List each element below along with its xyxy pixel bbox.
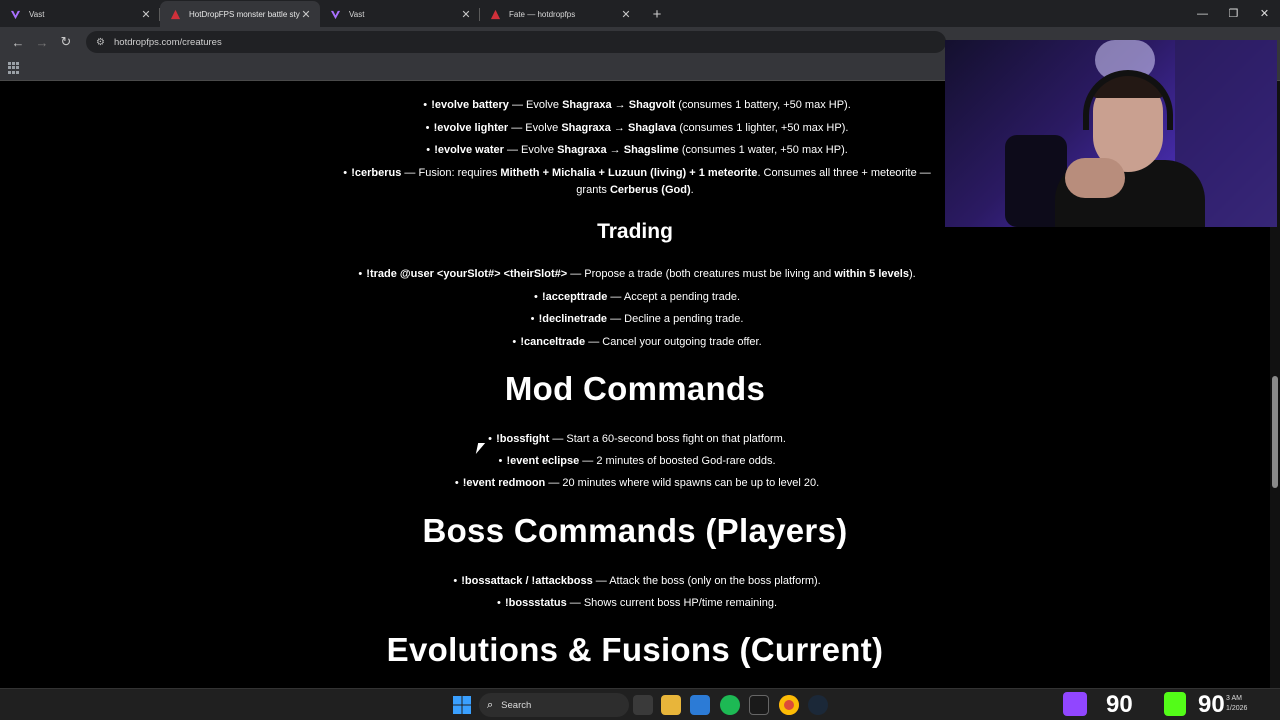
back-button[interactable]: ← (6, 30, 30, 54)
section-heading-mod-commands: Mod Commands (504, 370, 766, 407)
tab-title: Vast (29, 9, 45, 19)
tab-title: Vast (349, 9, 365, 19)
arrow-right-icon: → (35, 34, 49, 50)
command-text: !bossstatus (504, 597, 567, 609)
command-text: !event redmoon (462, 477, 546, 489)
spotify-icon[interactable] (720, 695, 740, 715)
command-text: !evolve battery (431, 99, 509, 111)
command-text: !bossfight (496, 433, 550, 445)
twitch-viewer-count: 90 (1106, 691, 1133, 718)
vast-icon (10, 9, 21, 20)
tab-title: HotDropFPS monster battle style (189, 9, 300, 19)
site-info-icon[interactable]: ⚙ (96, 37, 108, 48)
file-explorer-icon[interactable] (661, 695, 681, 715)
list-item: • !bossfight — Start a 60-second boss fig… (488, 433, 786, 445)
kick-viewer-count: 90 (1198, 691, 1225, 718)
scrollbar-thumb[interactable] (1272, 376, 1278, 488)
task-view-icon[interactable] (633, 695, 653, 715)
chrome-icon[interactable] (779, 695, 799, 715)
command-text: !event eclipse (506, 455, 580, 467)
clock-date: 1/2026 (1226, 705, 1248, 712)
steam-icon[interactable] (808, 695, 828, 715)
clock-time: 3 AM (1226, 695, 1242, 702)
list-item: • !event eclipse — 2 minutes of boosted G… (498, 455, 776, 467)
close-icon[interactable]: ✕ (460, 8, 472, 21)
close-icon[interactable]: ✕ (300, 8, 312, 21)
tab-fate[interactable]: Fate — hotdropfps ✕ (480, 1, 640, 27)
command-text: !canceltrade (520, 336, 586, 348)
list-item: • !declinetrade — Decline a pending trade… (530, 313, 744, 325)
forward-button[interactable]: → (30, 30, 54, 54)
taskbar-search[interactable]: ⌕ Search (479, 693, 629, 717)
hotdrop-icon (490, 9, 501, 20)
list-item: • !bossattack / !attackboss — Attack the … (453, 575, 821, 587)
list-item: • !trade @user <yourSlot#> <theirSlot#> —… (358, 268, 916, 280)
hotdrop-icon (170, 9, 181, 20)
tab-vast-1[interactable]: Vast ✕ (0, 1, 160, 27)
list-item: • !canceltrade — Cancel your outgoing tra… (512, 336, 762, 348)
command-text: !bossattack / !attackboss (461, 575, 593, 587)
search-placeholder: Search (501, 699, 532, 711)
system-clock[interactable]: 3 AM 1/2026 (1226, 694, 1247, 714)
minimize-button[interactable]: — (1187, 8, 1218, 20)
search-icon: ⌕ (487, 698, 494, 711)
restore-button[interactable]: ❐ (1218, 7, 1249, 20)
close-icon[interactable]: ✕ (140, 8, 152, 21)
command-text: !declinetrade (538, 313, 608, 325)
taskbar: ⌕ Search 90 90 3 AM 1/2026 (0, 688, 1280, 720)
apps-grid-icon[interactable] (8, 62, 20, 74)
arrow-left-icon: ← (11, 34, 25, 50)
close-icon[interactable]: ✕ (620, 8, 632, 21)
command-text: !trade @user <yourSlot#> <theirSlot#> (366, 268, 568, 280)
list-item: • !accepttrade — Accept a pending trade. (534, 291, 741, 303)
section-heading-boss-commands: Boss Commands (Players) (422, 512, 848, 549)
vast-icon (330, 9, 341, 20)
tab-hotdrop[interactable]: HotDropFPS monster battle style ✕ (160, 1, 320, 27)
command-text: !cerberus (351, 167, 402, 179)
address-bar[interactable]: ⚙ hotdropfps.com/creatures (86, 31, 946, 53)
tab-title: Fate — hotdropfps (509, 9, 576, 19)
notepad-icon[interactable] (690, 695, 710, 715)
twitch-icon (1063, 692, 1087, 716)
new-tab-button[interactable]: + (644, 1, 670, 27)
url-text: hotdropfps.com/creatures (114, 36, 222, 48)
command-text: !evolve water (434, 144, 504, 156)
hud-app-icon[interactable] (749, 695, 769, 715)
webcam-overlay (945, 40, 1277, 227)
kick-icon (1164, 692, 1186, 716)
tab-strip: Vast ✕ HotDropFPS monster battle style ✕… (0, 0, 1280, 27)
section-heading-evolutions: Evolutions & Fusions (Current) (386, 631, 884, 668)
list-item: • !event redmoon — 20 minutes where wild … (454, 477, 820, 489)
reload-button[interactable]: ↻ (54, 30, 78, 54)
list-item: • !bossstatus — Shows current boss HP/tim… (497, 597, 778, 609)
webcam-person-hands (1065, 158, 1125, 198)
windows-start-icon[interactable] (452, 695, 472, 715)
command-text: !evolve lighter (433, 122, 509, 134)
command-text: !accepttrade (541, 291, 608, 303)
tab-vast-2[interactable]: Vast ✕ (320, 1, 480, 27)
window-controls: — ❐ ✕ (1187, 0, 1280, 27)
close-window-button[interactable]: ✕ (1249, 7, 1280, 20)
reload-icon: ↻ (60, 34, 72, 49)
